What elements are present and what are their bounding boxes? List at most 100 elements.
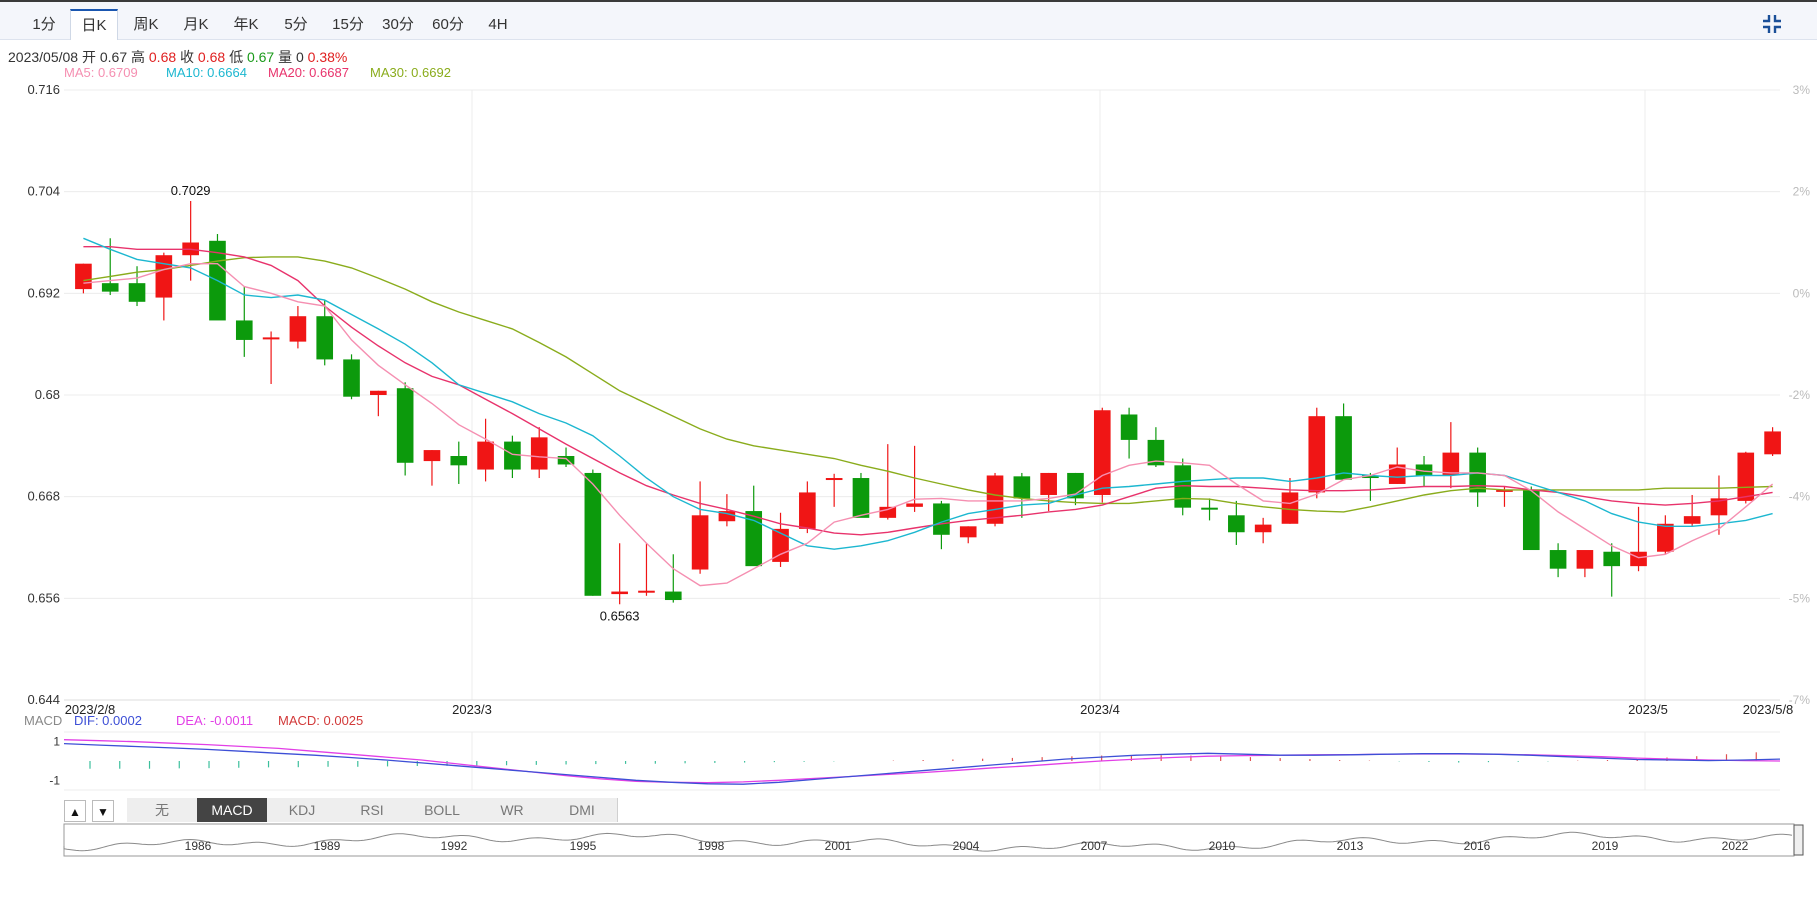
info-open-label: 开 — [81, 49, 96, 65]
candle-body — [638, 590, 655, 593]
info-close-label: 收 — [180, 49, 195, 65]
tab-60min[interactable]: 60分 — [428, 11, 468, 39]
y-tick-label: 0.704 — [27, 184, 60, 199]
ma10-legend: MA10: 0.6664 — [166, 65, 247, 80]
candle-body — [530, 437, 548, 470]
macd-legend-label: MACD — [24, 713, 63, 728]
tab-4h[interactable]: 4H — [482, 11, 514, 39]
candle-body — [396, 388, 414, 463]
candle-body — [1737, 452, 1755, 501]
navigator-year-label: 2010 — [1209, 839, 1236, 853]
candle-body — [1335, 416, 1352, 480]
tab-15min[interactable]: 15分 — [328, 11, 368, 39]
low-annotation: 0.6563 — [600, 608, 640, 623]
candle-body — [1576, 550, 1594, 569]
dea-line — [63, 739, 1781, 784]
tab-monthly[interactable]: 月K — [178, 11, 214, 39]
navigator-year-label: 1986 — [185, 839, 212, 853]
info-open: 0.67 — [99, 49, 128, 65]
x-tick-label: 2023/5/8 — [1743, 702, 1794, 717]
candle-body — [1013, 476, 1031, 499]
tab-yearly[interactable]: 年K — [228, 11, 264, 39]
ma30-line — [83, 256, 1773, 513]
collapse-icon[interactable] — [1761, 13, 1783, 35]
info-high-label: 高 — [131, 49, 145, 65]
y-tick-label: 0.644 — [27, 692, 60, 707]
candle-body — [799, 492, 816, 529]
macd-y-tick: 1 — [53, 735, 60, 749]
candle-body — [1630, 551, 1647, 567]
tab-5min[interactable]: 5分 — [278, 11, 314, 39]
pct-tick-label: -2% — [1789, 388, 1811, 402]
macd-legend-macd: MACD: 0.0025 — [278, 713, 364, 728]
candle-body — [1657, 523, 1674, 552]
indicator-tab-dmi[interactable]: DMI — [547, 798, 618, 822]
candle-body — [262, 337, 280, 340]
indicator-tab-kdj[interactable]: KDJ — [267, 798, 338, 822]
navigator-year-label: 2016 — [1464, 839, 1491, 853]
navigator-year-label: 1989 — [314, 839, 341, 853]
tab-weekly[interactable]: 周K — [128, 11, 164, 39]
ma5-line — [83, 262, 1774, 587]
ma20-legend: MA20: 0.6687 — [268, 65, 349, 80]
macd-legend-dea: DEA: -0.0011 — [176, 713, 254, 728]
y-tick-label: 0.716 — [27, 82, 60, 97]
indicator-tab-macd[interactable]: MACD — [197, 798, 268, 822]
macd-y-tick: -1 — [49, 773, 60, 787]
indicator-tab-rsi[interactable]: RSI — [337, 798, 408, 822]
y-tick-label: 0.668 — [27, 489, 60, 504]
candle-body — [1308, 416, 1326, 493]
candle-body — [1522, 489, 1540, 551]
indicator-tab-boll[interactable]: BOLL — [407, 798, 478, 822]
info-vol-label: 量 — [278, 49, 293, 65]
info-high: 0.68 — [148, 49, 177, 65]
y-tick-label: 0.656 — [27, 590, 60, 605]
pct-tick-label: -4% — [1789, 490, 1811, 504]
candle-body — [825, 478, 843, 481]
range-navigator[interactable]: 1986 1989 1992 1995 1998 2001 2004 2007 2010 2013… — [0, 822, 1817, 858]
candle-body — [343, 359, 360, 397]
x-tick-label: 2023/5 — [1628, 702, 1668, 717]
candle-body — [664, 591, 682, 601]
candle-body — [75, 263, 92, 290]
navigator-handle[interactable] — [1793, 824, 1804, 856]
ohlc-info-line: 2023/05/08 开 0.67 高 0.68 收 0.68 低 0.67 量… — [8, 47, 347, 67]
info-change: 0.38% — [307, 49, 348, 65]
tab-daily[interactable]: 日K — [70, 9, 118, 40]
x-tick-label: 2023/3 — [452, 702, 492, 717]
pct-tick-label: 0% — [1793, 286, 1811, 300]
pct-tick-label: 2% — [1793, 185, 1811, 199]
candle-body — [1281, 492, 1299, 524]
candle-body — [504, 441, 521, 470]
navigator-year-label: 2022 — [1722, 839, 1749, 853]
indicator-tab-none[interactable]: 无 — [127, 798, 198, 822]
candle-body — [1549, 550, 1567, 569]
candle-body — [1228, 515, 1245, 533]
candle-body — [101, 283, 119, 292]
navigator-year-label: 1992 — [441, 839, 468, 853]
scroll-down-button[interactable]: ▼ — [92, 800, 114, 822]
info-low: 0.67 — [246, 49, 275, 65]
scroll-up-button[interactable]: ▲ — [64, 800, 86, 822]
ma10-line — [83, 237, 1773, 550]
info-low-label: 低 — [229, 49, 244, 65]
candle-body — [155, 255, 173, 298]
candle-body — [1254, 524, 1272, 533]
candle-body — [477, 441, 494, 470]
candle-body — [423, 450, 441, 462]
navigator-year-label: 1998 — [698, 839, 725, 853]
candle-body — [1764, 431, 1781, 455]
candle-body — [1093, 410, 1111, 495]
tab-1min[interactable]: 1分 — [28, 11, 60, 39]
macd-legend-dif: DIF: 0.0002 — [74, 713, 142, 728]
candlestick-chart[interactable]: 0.716 0.704 0.692 0.68 0.668 0.656 0.644 3% 2% 0%… — [0, 80, 1817, 720]
candle-body — [1040, 472, 1057, 495]
pct-tick-label: 3% — [1793, 83, 1811, 97]
macd-chart[interactable]: 1 -1 — [0, 728, 1817, 798]
tab-30min[interactable]: 30分 — [378, 11, 418, 39]
indicator-tab-wr[interactable]: WR — [477, 798, 548, 822]
x-tick-label: 2023/4 — [1080, 702, 1120, 717]
candle-body — [316, 316, 334, 360]
candle-body — [691, 515, 709, 570]
navigator-year-label: 2004 — [953, 839, 980, 853]
